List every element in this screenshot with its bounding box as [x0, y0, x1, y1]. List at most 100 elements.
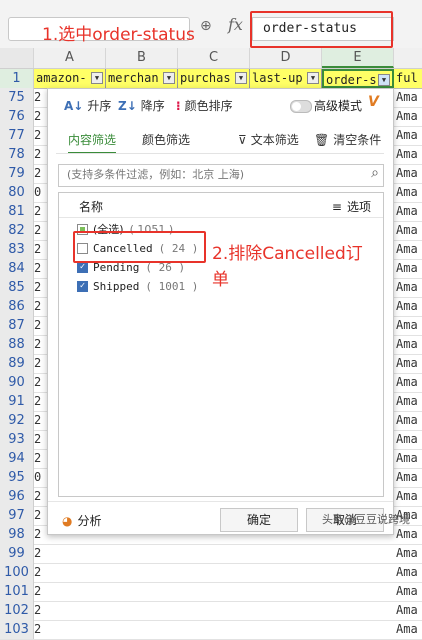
- cell-a[interactable]: 2: [34, 487, 41, 506]
- filter-dropdown-icon[interactable]: ▼: [163, 72, 175, 84]
- row-number[interactable]: 100: [0, 563, 34, 582]
- text-filter-button[interactable]: ⊽ 文本筛选: [238, 131, 299, 148]
- cell-a[interactable]: 2: [34, 392, 41, 411]
- cell-a[interactable]: 2: [34, 354, 41, 373]
- cell-a[interactable]: 2: [34, 601, 41, 620]
- row-number[interactable]: 81: [0, 202, 34, 221]
- row-number[interactable]: 87: [0, 316, 34, 335]
- cell-a[interactable]: 0: [34, 468, 41, 487]
- column-header-d[interactable]: D: [250, 48, 322, 68]
- cell-f[interactable]: Ama: [396, 107, 418, 126]
- column-header-b[interactable]: B: [106, 48, 178, 68]
- checkbox-checked[interactable]: ✓: [77, 280, 88, 292]
- fx-icon[interactable]: fx: [228, 15, 243, 34]
- cell-a[interactable]: 2: [34, 449, 41, 468]
- header-cell[interactable]: amazon- ▼: [34, 69, 106, 88]
- cell-a[interactable]: 2: [34, 563, 41, 582]
- cell-a[interactable]: 2: [34, 145, 41, 164]
- row-number[interactable]: 83: [0, 240, 34, 259]
- cell-f[interactable]: Ama: [396, 392, 418, 411]
- cell-a[interactable]: 2: [34, 164, 41, 183]
- row-number[interactable]: 95: [0, 468, 34, 487]
- cell-f[interactable]: Ama: [396, 487, 418, 506]
- cell-a[interactable]: 2: [34, 278, 41, 297]
- options-button[interactable]: ≡ 选项: [332, 198, 371, 215]
- cell-f[interactable]: Ama: [396, 411, 418, 430]
- row-number[interactable]: 94: [0, 449, 34, 468]
- ok-button[interactable]: 确定: [220, 508, 298, 532]
- cell-f[interactable]: Ama: [396, 316, 418, 335]
- header-cell-order-status[interactable]: order-s ▼: [322, 69, 394, 88]
- clear-conditions-button[interactable]: 🗑 清空条件: [314, 131, 381, 148]
- row-number[interactable]: 80: [0, 183, 34, 202]
- row-number[interactable]: 1: [0, 69, 34, 88]
- cell-f[interactable]: Ama: [396, 164, 418, 183]
- column-header-a[interactable]: A: [34, 48, 106, 68]
- row-number[interactable]: 101: [0, 582, 34, 601]
- cell-f[interactable]: Ama: [396, 297, 418, 316]
- header-cell[interactable]: purchas ▼: [178, 69, 250, 88]
- cell-f[interactable]: Ama: [396, 582, 418, 601]
- filter-dropdown-icon[interactable]: ▼: [307, 72, 319, 84]
- row-number[interactable]: 99: [0, 544, 34, 563]
- cell-a[interactable]: 2: [34, 544, 41, 563]
- sort-asc-button[interactable]: A↓ 升序: [64, 97, 111, 114]
- search-icon[interactable]: ⌕: [371, 165, 379, 181]
- cell-a[interactable]: 2: [34, 582, 41, 601]
- sort-desc-button[interactable]: Z↓ 降序: [118, 97, 165, 114]
- cell-f[interactable]: Ama: [396, 354, 418, 373]
- cell-f[interactable]: Ama: [396, 563, 418, 582]
- cell-f[interactable]: Ama: [396, 278, 418, 297]
- cell-f[interactable]: Ama: [396, 240, 418, 259]
- tab-color-filter[interactable]: 颜色筛选: [142, 131, 190, 148]
- list-item-shipped[interactable]: ✓ Shipped ( 1001 ): [77, 278, 198, 296]
- cell-f[interactable]: Ama: [396, 145, 418, 164]
- row-number[interactable]: 84: [0, 259, 34, 278]
- row-number[interactable]: 76: [0, 107, 34, 126]
- header-cell[interactable]: ful: [394, 69, 422, 88]
- row-number[interactable]: 78: [0, 145, 34, 164]
- analyze-button[interactable]: ◕ 分析: [62, 512, 102, 529]
- cell-f[interactable]: Ama: [396, 221, 418, 240]
- row-number[interactable]: 89: [0, 354, 34, 373]
- cell-a[interactable]: 2: [34, 506, 41, 525]
- filter-dropdown-icon[interactable]: ▼: [235, 72, 247, 84]
- cell-a[interactable]: 2: [34, 620, 41, 639]
- cell-f[interactable]: Ama: [396, 88, 418, 107]
- advanced-mode-toggle[interactable]: [290, 100, 312, 113]
- row-number[interactable]: 102: [0, 601, 34, 620]
- cell-f[interactable]: Ama: [396, 449, 418, 468]
- cell-a[interactable]: 2: [34, 107, 41, 126]
- column-header-c[interactable]: C: [178, 48, 250, 68]
- header-cell[interactable]: merchan ▼: [106, 69, 178, 88]
- cell-a[interactable]: 2: [34, 411, 41, 430]
- cell-f[interactable]: Ama: [396, 202, 418, 221]
- cell-a[interactable]: 2: [34, 259, 41, 278]
- column-header-e[interactable]: E: [322, 48, 394, 68]
- cell-f[interactable]: Ama: [396, 430, 418, 449]
- cell-a[interactable]: 2: [34, 240, 41, 259]
- cell-a[interactable]: 2: [34, 316, 41, 335]
- cell-a[interactable]: 2: [34, 126, 41, 145]
- cell-a[interactable]: 2: [34, 202, 41, 221]
- filter-search-input[interactable]: [59, 165, 357, 184]
- row-number[interactable]: 98: [0, 525, 34, 544]
- row-number[interactable]: 93: [0, 430, 34, 449]
- cell-f[interactable]: Ama: [396, 601, 418, 620]
- cell-f[interactable]: Ama: [396, 126, 418, 145]
- cell-f[interactable]: Ama: [396, 544, 418, 563]
- cell-a[interactable]: 2: [34, 221, 41, 240]
- tab-content-filter[interactable]: 内容筛选: [68, 131, 117, 154]
- cell-a[interactable]: 0: [34, 183, 41, 202]
- select-all-corner[interactable]: [0, 48, 34, 68]
- filter-dropdown-icon[interactable]: ▼: [91, 72, 103, 84]
- cell-f[interactable]: Ama: [396, 373, 418, 392]
- cell-f[interactable]: Ama: [396, 525, 418, 544]
- row-number[interactable]: 86: [0, 297, 34, 316]
- row-number[interactable]: 77: [0, 126, 34, 145]
- row-number[interactable]: 91: [0, 392, 34, 411]
- row-number[interactable]: 92: [0, 411, 34, 430]
- row-number[interactable]: 90: [0, 373, 34, 392]
- cell-a[interactable]: 2: [34, 373, 41, 392]
- row-number[interactable]: 88: [0, 335, 34, 354]
